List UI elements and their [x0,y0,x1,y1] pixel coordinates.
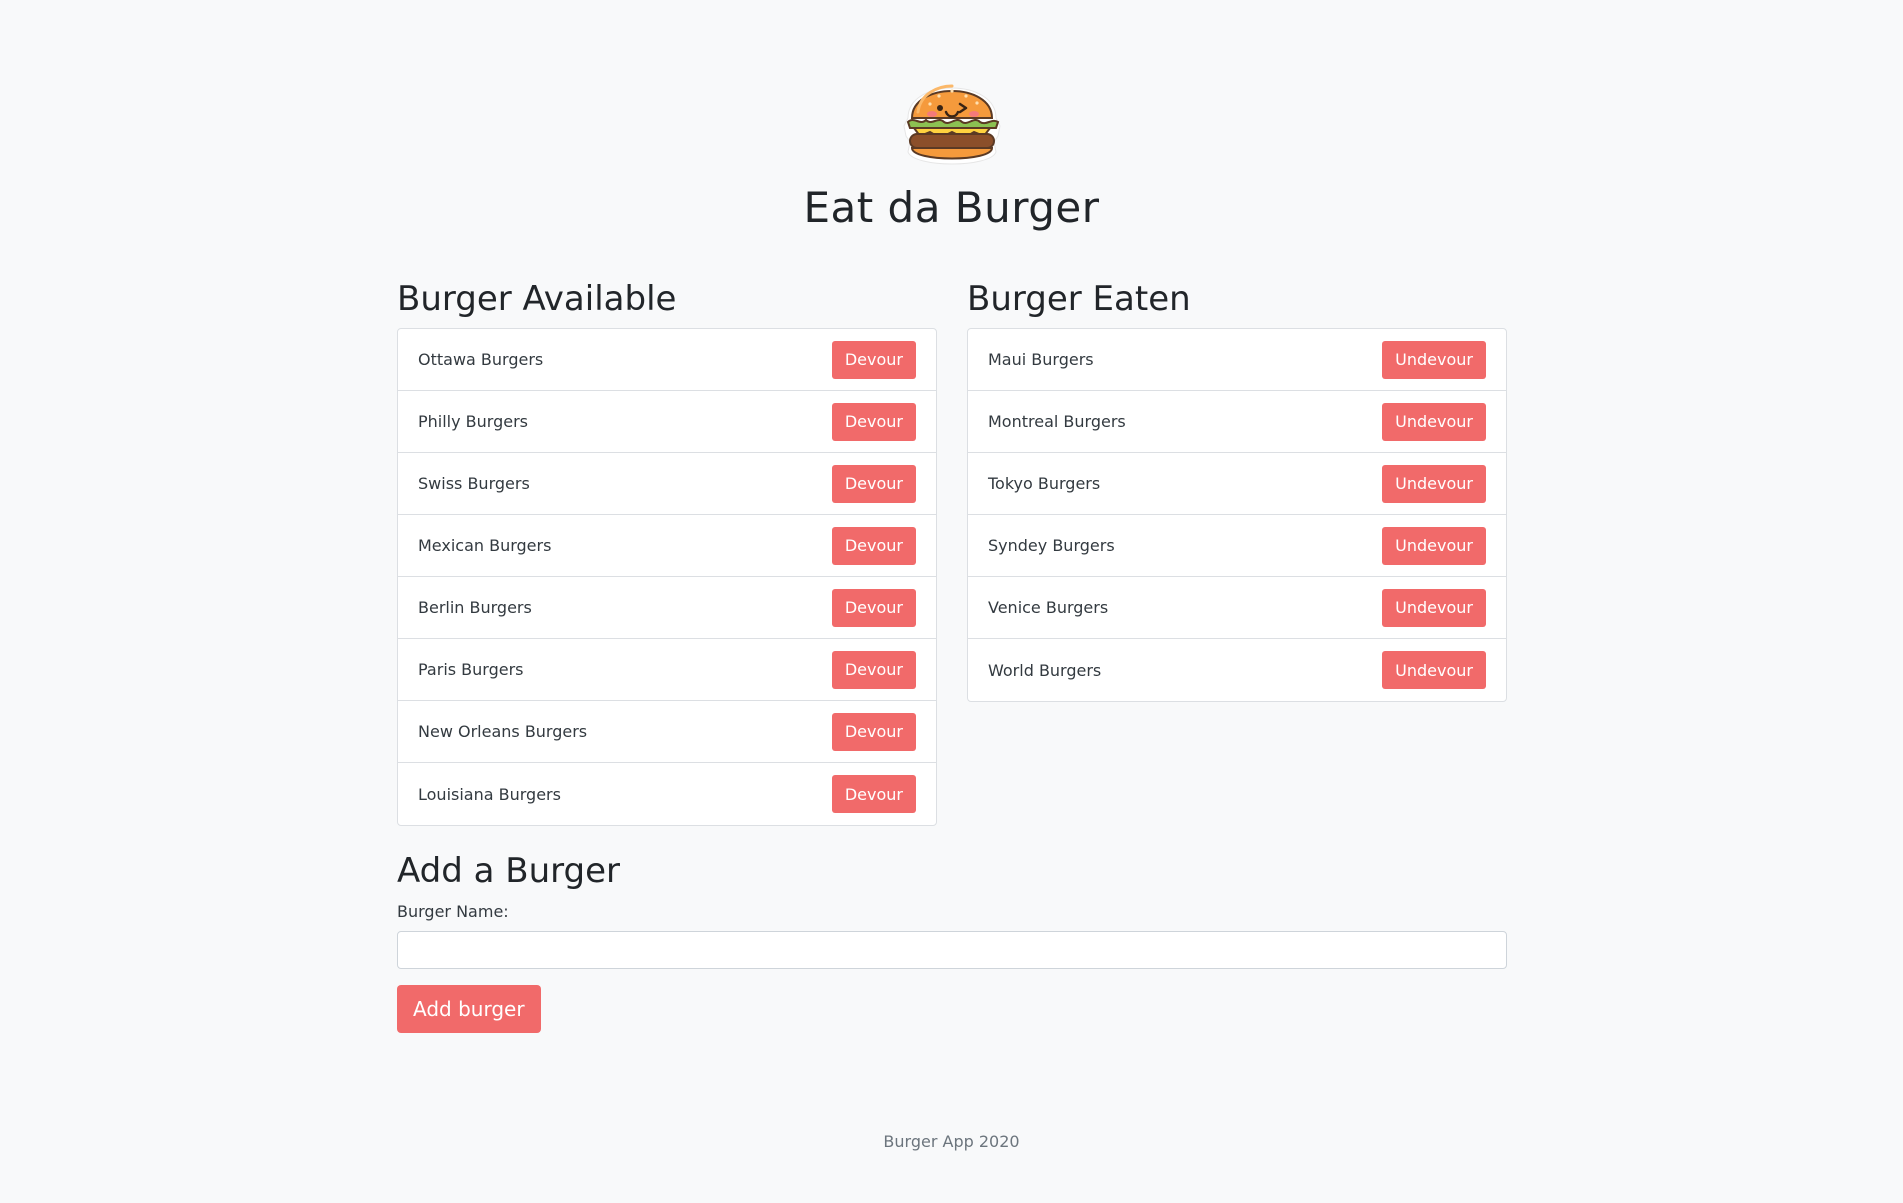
burger-mascot-icon [894,56,1010,172]
available-list: Ottawa Burgers Devour Philly Burgers Dev… [397,328,937,826]
burger-name: Paris Burgers [418,660,524,679]
eaten-title: Burger Eaten [967,279,1191,319]
footer-text: Burger App 2020 [883,1132,1020,1151]
burger-name: Syndey Burgers [988,536,1115,555]
devour-button[interactable]: Devour [831,526,916,565]
add-burger-form: Add a Burger Burger Name: Add burger [397,850,1507,1033]
burger-name: Ottawa Burgers [418,350,544,369]
add-burger-title: Add a Burger [397,851,621,891]
eaten-column: Burger Eaten Maui Burgers Undevour Montr… [967,278,1507,826]
eaten-list: Maui Burgers Undevour Montreal Burgers U… [967,328,1507,702]
add-burger-button[interactable]: Add burger [397,985,541,1033]
devour-button[interactable]: Devour [831,775,916,813]
devour-button[interactable]: Devour [831,402,916,441]
burger-name: Philly Burgers [418,412,529,431]
burger-name: Mexican Burgers [418,536,552,555]
burger-name-label: Burger Name: [397,902,509,921]
page: Eat da Burger Burger Available Ottawa Bu… [0,0,1903,1203]
undevour-button[interactable]: Undevour [1382,588,1486,627]
undevour-button[interactable]: Undevour [1382,402,1486,441]
page-title: Eat da Burger [803,183,1100,232]
list-item: New Orleans Burgers Devour [398,701,936,763]
burger-columns: Burger Available Ottawa Burgers Devour P… [397,278,1507,826]
burger-name: Tokyo Burgers [988,474,1101,493]
list-item: Tokyo Burgers Undevour [968,453,1506,515]
devour-button[interactable]: Devour [831,712,916,751]
list-item: Venice Burgers Undevour [968,577,1506,639]
undevour-button[interactable]: Undevour [1382,526,1486,565]
burger-name: World Burgers [988,660,1102,680]
list-item: Montreal Burgers Undevour [968,391,1506,453]
list-item: Paris Burgers Devour [398,639,936,701]
list-item: Ottawa Burgers Devour [398,329,936,391]
devour-button[interactable]: Devour [831,650,916,689]
main-container: Burger Available Ottawa Burgers Devour P… [397,278,1507,1033]
burger-name: Berlin Burgers [418,598,532,617]
burger-name: Louisiana Burgers [418,784,561,804]
devour-button[interactable]: Devour [831,340,916,379]
list-item: Mexican Burgers Devour [398,515,936,577]
list-item: Swiss Burgers Devour [398,453,936,515]
undevour-button[interactable]: Undevour [1382,464,1486,503]
list-item: Syndey Burgers Undevour [968,515,1506,577]
list-item: Louisiana Burgers Devour [398,763,936,825]
header: Eat da Burger [0,56,1903,234]
burger-name: Maui Burgers [988,350,1094,369]
burger-name: Swiss Burgers [418,474,530,493]
burger-name: Venice Burgers [988,598,1109,617]
burger-name: Montreal Burgers [988,412,1126,431]
undevour-button[interactable]: Undevour [1382,651,1486,689]
list-item: Maui Burgers Undevour [968,329,1506,391]
list-item: Berlin Burgers Devour [398,577,936,639]
available-column: Burger Available Ottawa Burgers Devour P… [397,278,937,826]
list-item: Philly Burgers Devour [398,391,936,453]
devour-button[interactable]: Devour [831,588,916,627]
undevour-button[interactable]: Undevour [1382,340,1486,379]
available-title: Burger Available [397,279,677,319]
burger-name-input[interactable] [397,931,1507,969]
burger-name: New Orleans Burgers [418,722,588,741]
devour-button[interactable]: Devour [831,464,916,503]
list-item: World Burgers Undevour [968,639,1506,701]
